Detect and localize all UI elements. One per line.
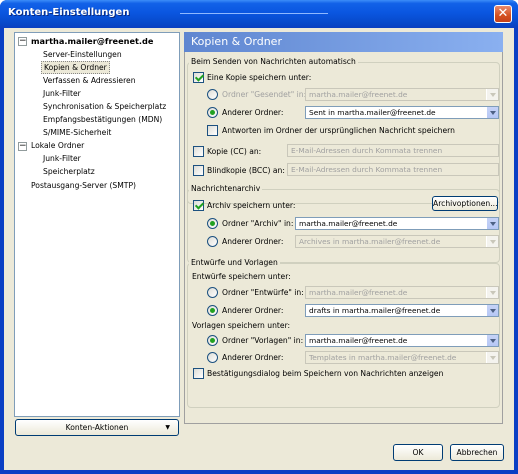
templates-save-label: Vorlagen speichern unter: xyxy=(192,321,291,330)
drafts-folder-radio[interactable] xyxy=(207,287,218,298)
tree-item-local-junk-filter[interactable]: Junk-Filter xyxy=(41,152,83,165)
other-sent-folder-label: Anderer Ordner: xyxy=(222,108,284,117)
send-group-label: Beim Senden von Nachrichten automatisch xyxy=(189,57,358,67)
templates-other-value: Templates in martha.mailer@freenet.de xyxy=(309,353,457,362)
title-divider xyxy=(180,13,328,14)
tree-item-composition[interactable]: Verfassen & Adressieren xyxy=(41,74,138,87)
account-actions-label: Konten-Aktionen xyxy=(65,423,129,432)
templates-other-select[interactable]: Templates in martha.mailer@freenet.de xyxy=(305,351,499,364)
archive-folder-label: Ordner "Archiv" in: xyxy=(222,219,294,228)
title-bar[interactable]: Konten-Einstellungen ✕ xyxy=(0,0,518,28)
account-tree[interactable]: − martha.mailer@freenet.de Server-Einste… xyxy=(14,32,180,417)
drafts-folder-label: Ordner "Entwürfe" in: xyxy=(222,288,304,297)
dialog-body: − martha.mailer@freenet.de Server-Einste… xyxy=(4,28,514,470)
close-icon[interactable]: ✕ xyxy=(494,5,512,23)
tree-item-smtp[interactable]: Postausgang-Server (SMTP) xyxy=(29,179,138,192)
collapse-toggle-icon[interactable]: − xyxy=(18,37,27,46)
dropdown-arrow-icon xyxy=(486,352,498,363)
drafts-folder-value: martha.mailer@freenet.de xyxy=(309,288,408,297)
confirm-dialog-checkbox[interactable] xyxy=(193,368,204,379)
archive-folder-radio[interactable] xyxy=(207,218,218,229)
tree-item-local-storage[interactable]: Speicherplatz xyxy=(41,165,97,178)
page-title: Kopien & Ordner xyxy=(184,32,503,52)
bcc-label: Blindkopie (BCC) an: xyxy=(207,166,285,175)
archive-other-value: Archives in martha.mailer@freenet.de xyxy=(299,237,441,246)
collapse-toggle-icon[interactable]: − xyxy=(18,142,27,151)
save-archive-checkbox[interactable] xyxy=(193,200,204,211)
templates-other-radio[interactable] xyxy=(207,352,218,363)
tree-item-smime[interactable]: S/MIME-Sicherheit xyxy=(41,126,113,139)
tree-item-junk-filter[interactable]: Junk-Filter xyxy=(41,87,83,100)
templates-folder-label: Ordner "Vorlagen" in: xyxy=(222,336,304,345)
templates-folder-radio[interactable] xyxy=(207,335,218,346)
cc-label: Kopie (CC) an: xyxy=(207,147,262,156)
dropdown-arrow-icon xyxy=(486,218,498,229)
save-archive-label: Archiv speichern unter: xyxy=(207,201,296,210)
dropdown-arrow-icon xyxy=(486,305,498,316)
save-copy-checkbox[interactable] xyxy=(193,72,204,83)
drafts-folder-select[interactable]: martha.mailer@freenet.de xyxy=(305,286,499,299)
confirm-dialog-label: Bestätigungsdialog beim Speichern von Na… xyxy=(207,369,444,378)
cc-input[interactable]: E-Mail-Adressen durch Kommata trennen xyxy=(287,144,499,157)
archive-other-label: Anderer Ordner: xyxy=(222,237,284,246)
cc-checkbox[interactable] xyxy=(193,146,204,157)
drafts-other-radio[interactable] xyxy=(207,305,218,316)
archive-other-select[interactable]: Archives in martha.mailer@freenet.de xyxy=(295,235,499,248)
bcc-input[interactable]: E-Mail-Adressen durch Kommata trennen xyxy=(287,163,499,176)
other-sent-folder-radio[interactable] xyxy=(207,107,218,118)
dropdown-arrow-icon xyxy=(486,89,498,100)
dropdown-arrow-icon xyxy=(486,107,498,118)
other-sent-folder-value: Sent in martha.mailer@freenet.de xyxy=(309,108,436,117)
tree-item-sync-storage[interactable]: Synchronisation & Speicherplatz xyxy=(41,100,168,113)
sent-folder-radio[interactable] xyxy=(207,89,218,100)
settings-window: Konten-Einstellungen ✕ − martha.mailer@f… xyxy=(0,0,518,474)
other-sent-folder-select[interactable]: Sent in martha.mailer@freenet.de xyxy=(305,106,499,119)
tree-item-return-receipts[interactable]: Empfangsbestätigungen (MDN) xyxy=(41,113,164,126)
drafts-save-label: Entwürfe speichern unter: xyxy=(192,272,291,281)
window-title: Konten-Einstellungen xyxy=(8,7,130,18)
drafts-other-value: drafts in martha.mailer@freenet.de xyxy=(309,306,441,315)
account-actions-button[interactable]: Konten-Aktionen ▼ xyxy=(15,419,179,436)
templates-folder-value: martha.mailer@freenet.de xyxy=(309,336,408,345)
save-copy-label: Eine Kopie speichern unter: xyxy=(207,73,312,82)
ok-button[interactable]: OK xyxy=(393,444,443,461)
dropdown-arrow-icon xyxy=(486,236,498,247)
dropdown-arrow-icon xyxy=(486,335,498,346)
tree-item-copies-folders[interactable]: Kopien & Ordner xyxy=(41,61,110,74)
archive-folder-select[interactable]: martha.mailer@freenet.de xyxy=(295,217,499,230)
cancel-button[interactable]: Abbrechen xyxy=(450,444,504,461)
sent-folder-label: Ordner "Gesendet" in: xyxy=(222,90,307,99)
archive-other-radio[interactable] xyxy=(207,236,218,247)
templates-folder-select[interactable]: martha.mailer@freenet.de xyxy=(305,334,499,347)
dropdown-arrow-icon: ▼ xyxy=(165,424,170,431)
archive-folder-value: martha.mailer@freenet.de xyxy=(299,219,398,228)
sent-folder-select[interactable]: martha.mailer@freenet.de xyxy=(305,88,499,101)
drafts-group-label: Entwürfe und Vorlagen xyxy=(189,258,280,268)
bcc-placeholder: E-Mail-Adressen durch Kommata trennen xyxy=(291,165,443,174)
reply-in-folder-checkbox[interactable] xyxy=(207,125,218,136)
tree-item-account[interactable]: martha.mailer@freenet.de xyxy=(29,35,155,48)
drafts-other-select[interactable]: drafts in martha.mailer@freenet.de xyxy=(305,304,499,317)
settings-panel: Beim Senden von Nachrichten automatisch … xyxy=(184,52,503,424)
sent-folder-value: martha.mailer@freenet.de xyxy=(309,90,408,99)
reply-in-folder-label: Antworten im Ordner der ursprünglichen N… xyxy=(222,126,455,135)
tree-item-local-folders[interactable]: Lokale Ordner xyxy=(29,139,86,152)
tree-item-server-settings[interactable]: Server-Einstellungen xyxy=(41,48,124,61)
cc-placeholder: E-Mail-Adressen durch Kommata trennen xyxy=(291,146,443,155)
archive-options-button[interactable]: Archivoptionen... xyxy=(432,196,498,211)
archive-group-label: Nachrichtenarchiv xyxy=(189,184,263,194)
drafts-other-label: Anderer Ordner: xyxy=(222,306,284,315)
dropdown-arrow-icon xyxy=(486,287,498,298)
bcc-checkbox[interactable] xyxy=(193,165,204,176)
templates-other-label: Anderer Ordner: xyxy=(222,353,284,362)
